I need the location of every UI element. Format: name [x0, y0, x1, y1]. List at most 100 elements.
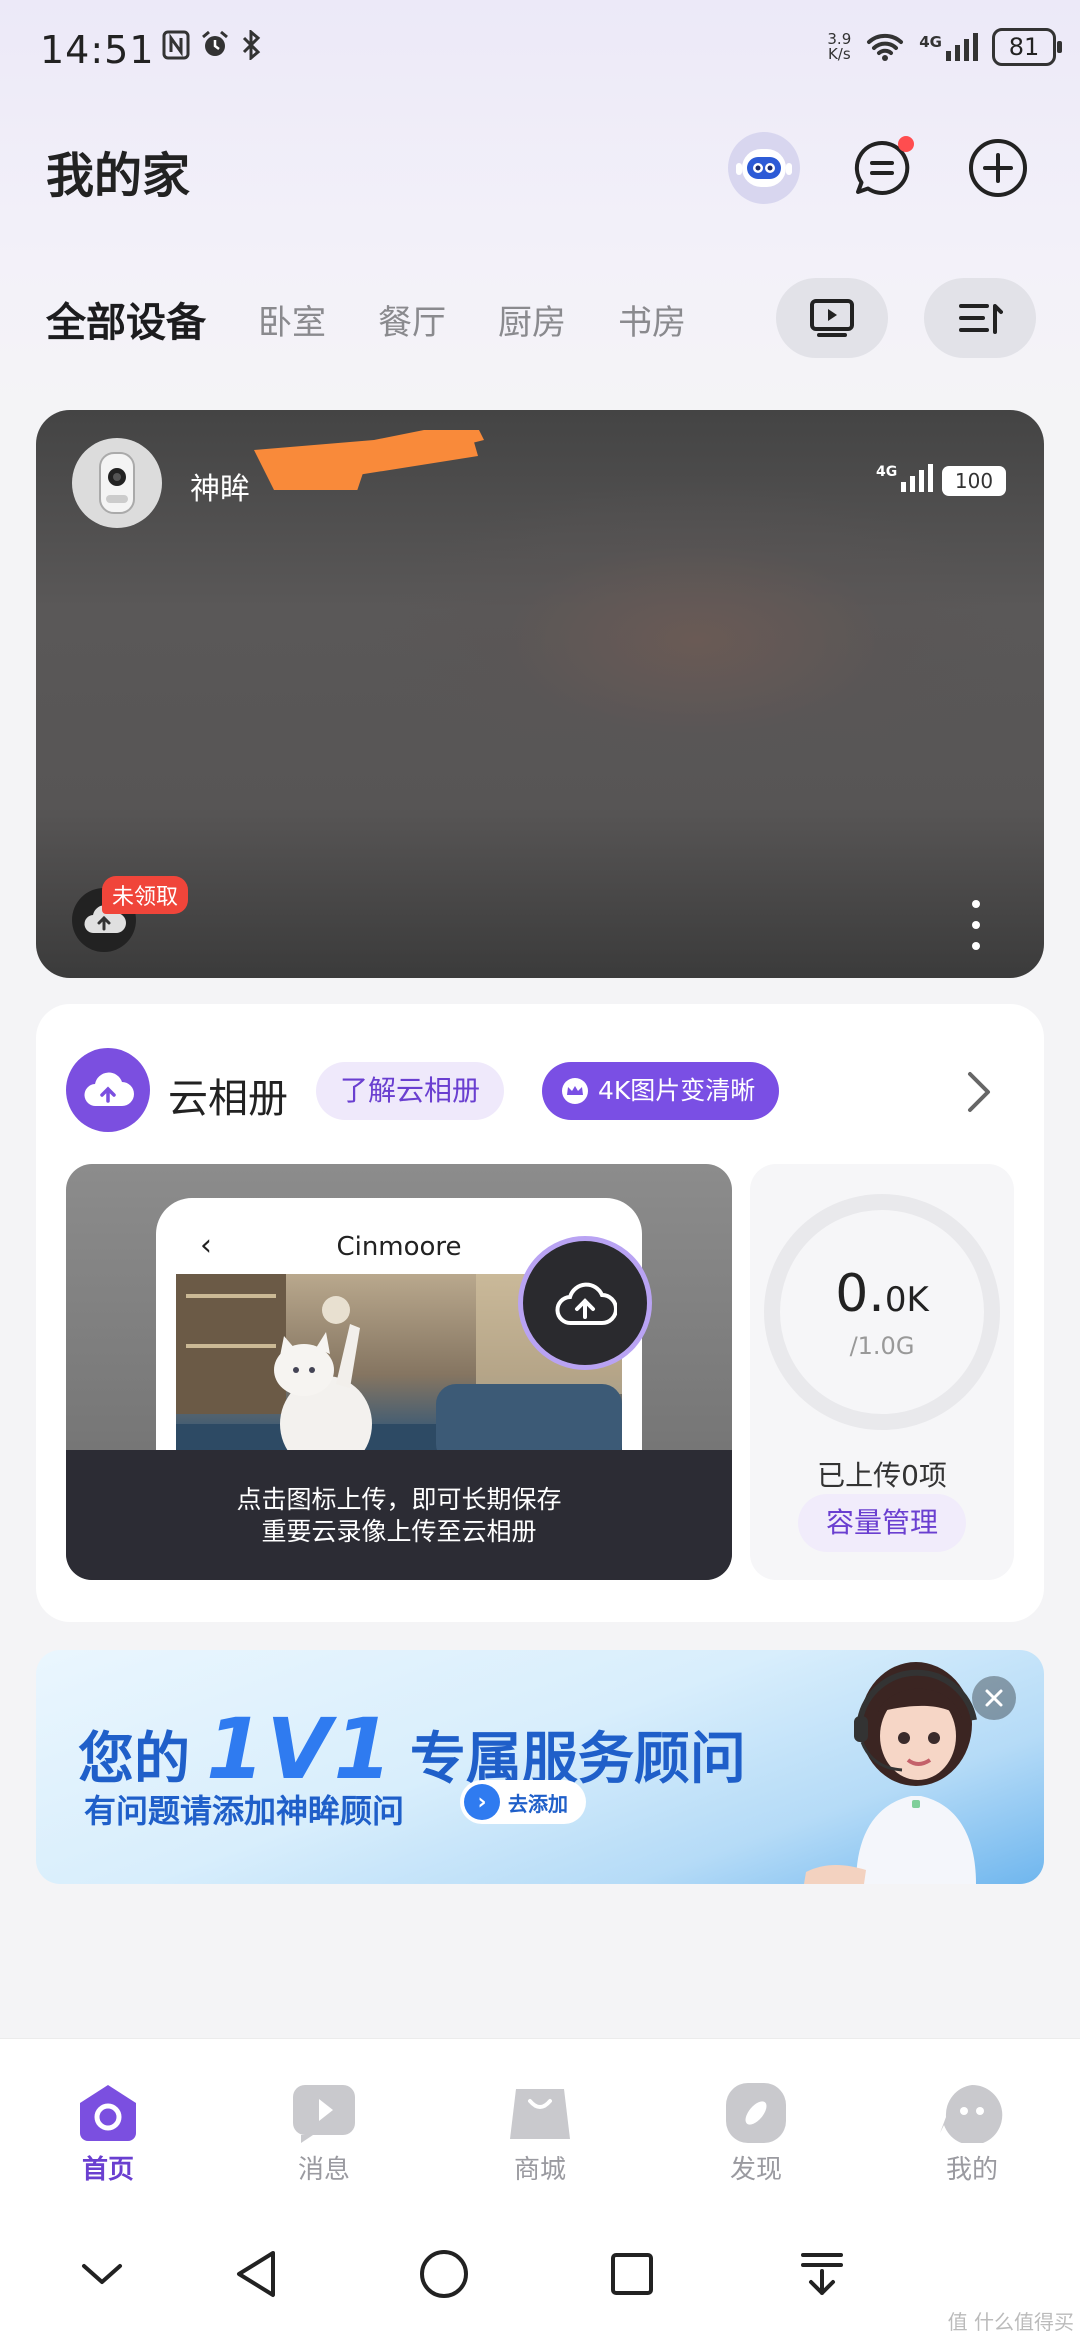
storage-used-main: 0. [835, 1264, 885, 1324]
bottom-nav: 首页 消息 商城 发现 我的 [0, 2038, 1080, 2214]
recents-button[interactable] [602, 2244, 662, 2304]
collapse-button[interactable] [72, 2244, 132, 2304]
notification-pull-button[interactable] [792, 2244, 852, 2304]
banner-close-button[interactable] [972, 1676, 1016, 1720]
pull-down-icon [801, 2253, 843, 2295]
sort-list-icon [959, 304, 1003, 334]
net-speed: 3.9 K/s [827, 32, 851, 62]
assistant-robot-button[interactable] [728, 132, 800, 204]
alarm-icon [202, 30, 228, 56]
service-advisor-banner[interactable]: 您的 1V1 专属服务顾问 有问题请添加神眸顾问 › 去添加 [36, 1650, 1044, 1884]
status-right-icons: 3.9 K/s 4G 81 [827, 28, 1062, 66]
shopping-bag-icon [510, 2089, 570, 2139]
status-left-icons [162, 30, 262, 60]
net-speed-unit: K/s [827, 45, 851, 63]
4k-enhance-label: 4K图片变清晰 [598, 1076, 756, 1105]
tab-kitchen[interactable]: 厨房 [498, 295, 566, 344]
camera-signal-icon: 4G [876, 464, 934, 492]
nav-discover-label: 发现 [729, 2155, 782, 2185]
storage-usage-ring: 0.0K /1.0G [764, 1194, 1000, 1430]
cloud-album-icon [66, 1048, 150, 1132]
add-advisor-label: 去添加 [508, 1791, 568, 1816]
nav-store-label: 商城 [513, 2155, 566, 2185]
messages-button[interactable] [846, 132, 918, 204]
wifi-icon [867, 33, 904, 61]
crown-icon [562, 1078, 588, 1104]
tab-dining-room[interactable]: 餐厅 [378, 295, 446, 344]
learn-cloud-album-chip[interactable]: 了解云相册 [316, 1062, 505, 1120]
compass-icon [726, 2083, 786, 2143]
video-view-button[interactable] [776, 278, 888, 358]
storage-used: 0.0K [835, 1264, 929, 1324]
home-icon [80, 2085, 136, 2141]
profile-face-icon [940, 2084, 1003, 2143]
storage-used-small: 0K [884, 1280, 929, 1320]
uploaded-count: 已上传0项 [817, 1459, 947, 1492]
room-tabs: 全部设备 卧室 餐厅 厨房 书房 [46, 290, 738, 348]
status-time: 14:51 [40, 28, 155, 72]
watermark: 值 什么值得买 [947, 2310, 1074, 2334]
nav-mine-label: 我的 [945, 2155, 998, 2185]
plus-circle-icon [969, 139, 1027, 197]
nfc-icon [162, 30, 190, 60]
add-advisor-button[interactable]: › 去添加 [460, 1780, 586, 1824]
nav-home[interactable]: 首页 [0, 2083, 216, 2186]
camera-card[interactable]: 神眸 4G 100 未领取 [36, 410, 1044, 978]
tab-bedroom[interactable]: 卧室 [258, 295, 326, 344]
unread-dot [898, 136, 914, 152]
nav-messages[interactable]: 消息 [216, 2083, 432, 2186]
caption-line-2: 重要云录像上传至云相册 [261, 1517, 537, 1546]
tab-all-devices[interactable]: 全部设备 [46, 290, 206, 348]
nav-discover[interactable]: 发现 [648, 2083, 864, 2186]
chevron-down-icon [82, 2264, 122, 2284]
camera-device-icon [99, 452, 135, 514]
album-preview-panel[interactable]: ‹ Cinmoore 点击图标上传，即可长期保存 重要云录像上传至云相册 [66, 1164, 732, 1580]
network-type: 4G [919, 33, 942, 51]
banner-subline: 有问题请添加神眸顾问 [84, 1792, 405, 1830]
camera-avatar [72, 438, 162, 528]
banner-suffix: 专属服务顾问 [409, 1727, 746, 1792]
bluetooth-icon [242, 30, 261, 60]
home-title[interactable]: 我的家 [46, 136, 190, 206]
close-icon [985, 1689, 1003, 1707]
camera-battery: 100 [942, 466, 1006, 496]
system-nav-bar [0, 2214, 1080, 2340]
chevron-right-icon: › [464, 1784, 500, 1820]
sort-menu-button[interactable] [924, 278, 1036, 358]
storage-panel: 0.0K /1.0G 已上传0项 容量管理 [750, 1164, 1014, 1580]
banner-headline: 您的 1V1 专属服务顾问 [78, 1700, 746, 1798]
unclaimed-badge: 未领取 [102, 876, 189, 914]
cloud-upload-icon [84, 1072, 134, 1107]
tab-study[interactable]: 书房 [618, 295, 686, 344]
nav-home-label: 首页 [81, 2155, 134, 2185]
battery-indicator: 81 [992, 28, 1062, 66]
back-triangle-icon [237, 2251, 275, 2297]
message-play-icon [293, 2085, 355, 2143]
storage-total: /1.0G [849, 1332, 915, 1360]
storage-manage-button[interactable]: 容量管理 [798, 1494, 966, 1552]
nav-store[interactable]: 商城 [432, 2083, 648, 2186]
caption-line-1: 点击图标上传，即可长期保存 [236, 1485, 562, 1514]
nav-messages-label: 消息 [297, 2155, 350, 2185]
home-button[interactable] [414, 2244, 474, 2304]
camera-name: 神眸 [190, 472, 250, 507]
album-upload-button[interactable] [518, 1236, 652, 1370]
play-screen-icon [810, 299, 854, 337]
home-circle-icon [420, 2250, 468, 2298]
album-preview-caption: 点击图标上传，即可长期保存 重要云录像上传至云相册 [66, 1450, 732, 1580]
cloud-album-title: 云相册 [168, 1076, 288, 1122]
banner-1v1: 1V1 [206, 1700, 394, 1798]
recents-square-icon [611, 2253, 653, 2295]
nav-mine[interactable]: 我的 [864, 2083, 1080, 2186]
redaction-scribble [254, 430, 484, 490]
back-button[interactable] [226, 2244, 286, 2304]
add-device-button[interactable] [962, 132, 1034, 204]
banner-prefix: 您的 [78, 1727, 190, 1792]
4k-enhance-chip[interactable]: 4K图片变清晰 [542, 1062, 780, 1120]
cloud-album-card: 云相册 了解云相册 4K图片变清晰 ‹ Cinmoore 点击图标上传，即可长期… [36, 1004, 1044, 1622]
camera-more-button[interactable] [966, 900, 986, 950]
status-bar: 14:51 3.9 K/s 4G 81 [0, 0, 1080, 100]
cloud-upload-icon [555, 1282, 617, 1326]
chevron-right-icon[interactable] [966, 1070, 992, 1114]
camera-network-type: 4G [876, 464, 898, 480]
